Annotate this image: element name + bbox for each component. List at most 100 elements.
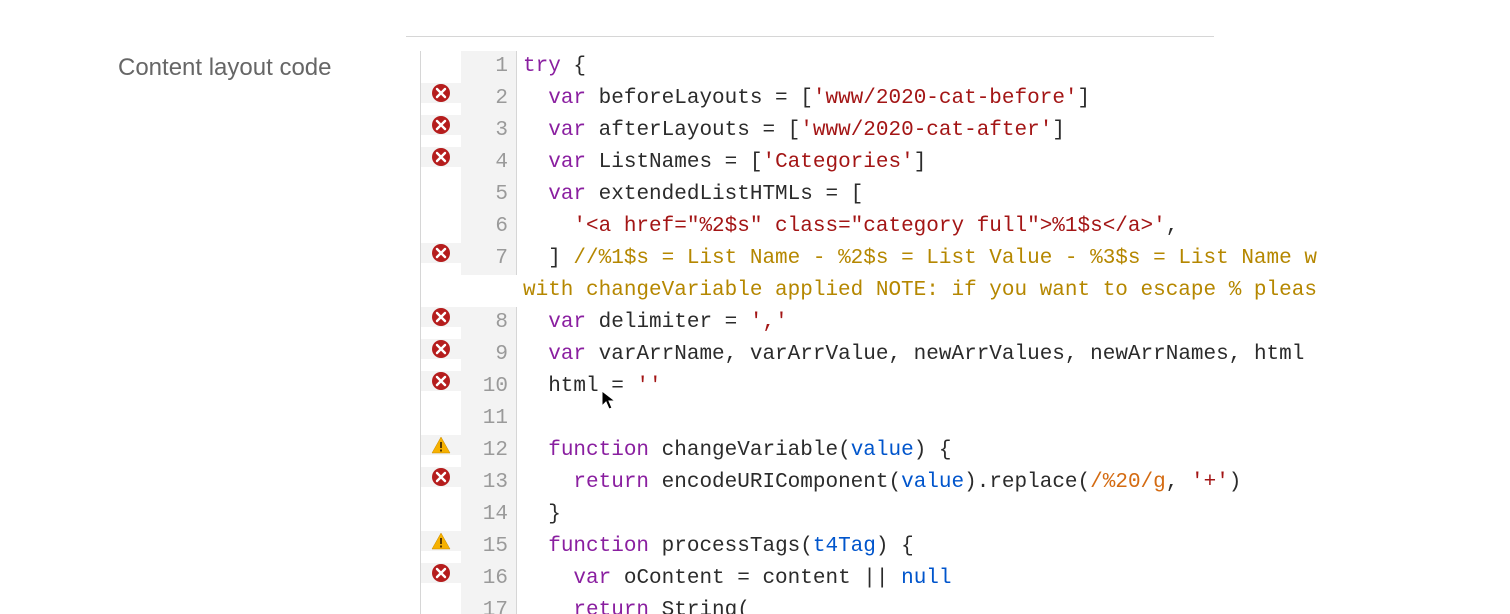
token-txt: extendedListHTMLs = [: [586, 183, 863, 206]
code-line[interactable]: 14 }: [421, 499, 1510, 531]
code-line[interactable]: 5 var extendedListHTMLs = [: [421, 179, 1510, 211]
token-txt: [523, 599, 573, 614]
code-content[interactable]: var delimiter = ',': [517, 307, 1510, 339]
token-kw: try: [523, 55, 561, 78]
code-content[interactable]: var varArrName, varArrValue, newArrValue…: [517, 339, 1510, 371]
code-line[interactable]: 3 var afterLayouts = ['www/2020-cat-afte…: [421, 115, 1510, 147]
token-txt: afterLayouts = [: [586, 119, 800, 142]
token-txt: [523, 183, 548, 206]
preceding-field-border: [406, 36, 1214, 37]
gutter-marker: [421, 435, 461, 455]
token-txt: ).replace(: [964, 471, 1090, 494]
code-line[interactable]: 10 html = '': [421, 371, 1510, 403]
line-number: 11: [461, 403, 517, 435]
code-content[interactable]: ] //%1$s = List Name - %2$s = List Value…: [517, 243, 1510, 275]
token-txt: [523, 471, 573, 494]
gutter-marker: [421, 339, 461, 359]
token-kw: var: [548, 311, 586, 334]
token-str: 'Categories': [762, 151, 913, 174]
warning-icon: [431, 531, 451, 551]
code-line[interactable]: 13 return encodeURIComponent(value).repl…: [421, 467, 1510, 499]
token-txt: beforeLayouts = [: [586, 87, 813, 110]
token-txt: changeVariable(: [649, 439, 851, 462]
code-content[interactable]: return String(: [517, 595, 1510, 614]
error-icon: [431, 243, 451, 263]
error-icon: [431, 467, 451, 487]
gutter-marker: [421, 531, 461, 551]
code-content[interactable]: html = '': [517, 371, 1510, 403]
token-txt: encodeURIComponent(: [649, 471, 901, 494]
token-kw: var: [573, 567, 611, 590]
token-kw: var: [548, 151, 586, 174]
gutter-marker: [421, 371, 461, 391]
token-str: '': [636, 375, 661, 398]
token-prm: t4Tag: [813, 535, 876, 558]
token-txt: processTags(: [649, 535, 813, 558]
line-number: 9: [461, 339, 517, 371]
code-content[interactable]: var beforeLayouts = ['www/2020-cat-befor…: [517, 83, 1510, 115]
token-txt: ) {: [876, 535, 914, 558]
editor-column: 1try {2 var beforeLayouts = ['www/2020-c…: [420, 0, 1510, 614]
code-line[interactable]: 7 ] //%1$s = List Name - %2$s = List Val…: [421, 243, 1510, 275]
token-rx: /%20/g: [1090, 471, 1166, 494]
code-line[interactable]: 12 function changeVariable(value) {: [421, 435, 1510, 467]
code-content[interactable]: function processTags(t4Tag) {: [517, 531, 1510, 563]
gutter-marker: [421, 83, 461, 103]
layout-root: Content layout code 1try {2 var beforeLa…: [0, 0, 1510, 614]
code-line[interactable]: 17 return String(: [421, 595, 1510, 614]
code-line[interactable]: 16 var oContent = content || null: [421, 563, 1510, 595]
code-content[interactable]: var ListNames = ['Categories']: [517, 147, 1510, 179]
code-line[interactable]: 6 '<a href="%2$s" class="category full">…: [421, 211, 1510, 243]
code-line[interactable]: 15 function processTags(t4Tag) {: [421, 531, 1510, 563]
error-icon: [431, 115, 451, 135]
line-number: 8: [461, 307, 517, 339]
code-content[interactable]: return encodeURIComponent(value).replace…: [517, 467, 1510, 499]
gutter-marker: [421, 563, 461, 583]
token-str: 'www/2020-cat-before': [813, 87, 1078, 110]
token-txt: ]: [914, 151, 927, 174]
code-editor[interactable]: 1try {2 var beforeLayouts = ['www/2020-c…: [420, 51, 1510, 614]
line-number: 14: [461, 499, 517, 531]
token-txt: [523, 151, 548, 174]
code-content[interactable]: var oContent = content || null: [517, 563, 1510, 595]
line-number: 16: [461, 563, 517, 595]
token-com: with changeVariable applied NOTE: if you…: [523, 279, 1317, 302]
code-content[interactable]: with changeVariable applied NOTE: if you…: [517, 275, 1510, 307]
token-kw: return: [573, 599, 649, 614]
code-line[interactable]: 11: [421, 403, 1510, 435]
token-txt: ,: [1166, 471, 1191, 494]
token-txt: [523, 119, 548, 142]
code-content[interactable]: '<a href="%2$s" class="category full">%1…: [517, 211, 1510, 243]
error-icon: [431, 563, 451, 583]
token-kw: return: [573, 471, 649, 494]
field-label-column: Content layout code: [0, 0, 420, 614]
token-txt: [523, 215, 573, 238]
code-line[interactable]: 1try {: [421, 51, 1510, 83]
token-txt: varArrName, varArrValue, newArrValues, n…: [586, 343, 1304, 366]
token-txt: [523, 439, 548, 462]
code-content[interactable]: var extendedListHTMLs = [: [517, 179, 1510, 211]
error-icon: [431, 371, 451, 391]
token-txt: oContent = content ||: [611, 567, 901, 590]
code-line-wrapped[interactable]: with changeVariable applied NOTE: if you…: [421, 275, 1510, 307]
token-txt: [523, 343, 548, 366]
token-txt: ,: [1166, 215, 1179, 238]
token-txt: ) {: [914, 439, 952, 462]
line-number: 13: [461, 467, 517, 499]
line-number: 7: [461, 243, 517, 275]
code-content[interactable]: }: [517, 499, 1510, 531]
error-icon: [431, 147, 451, 167]
gutter-marker: [421, 147, 461, 167]
code-line[interactable]: 2 var beforeLayouts = ['www/2020-cat-bef…: [421, 83, 1510, 115]
code-content[interactable]: var afterLayouts = ['www/2020-cat-after'…: [517, 115, 1510, 147]
code-content[interactable]: try {: [517, 51, 1510, 83]
content-layout-code-label: Content layout code: [118, 54, 420, 82]
token-txt: [523, 87, 548, 110]
code-line[interactable]: 8 var delimiter = ',': [421, 307, 1510, 339]
code-line[interactable]: 4 var ListNames = ['Categories']: [421, 147, 1510, 179]
code-content[interactable]: function changeVariable(value) {: [517, 435, 1510, 467]
error-icon: [431, 339, 451, 359]
token-txt: [523, 535, 548, 558]
code-line[interactable]: 9 var varArrName, varArrValue, newArrVal…: [421, 339, 1510, 371]
gutter-marker: [421, 243, 461, 263]
